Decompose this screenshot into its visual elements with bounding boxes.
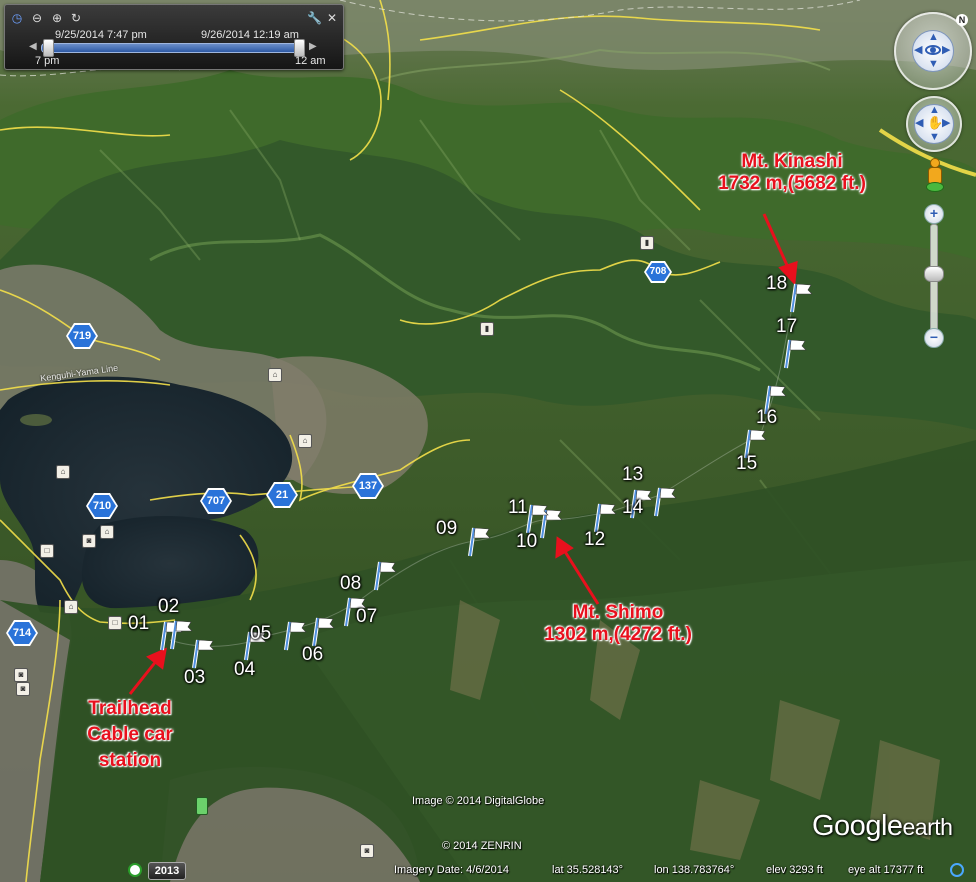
annotation-trailhead-line-3: station <box>98 750 162 771</box>
annotation-mt-kinashi: Mt. Kinashi 1732 m,(5682 ft.) <box>692 151 892 195</box>
zoom-out-button[interactable]: − <box>924 328 944 348</box>
zoom-in-button[interactable]: + <box>924 204 944 224</box>
move-left-arrow-icon[interactable]: ◀ <box>915 118 923 129</box>
zoom-out-icon[interactable]: ⊖ <box>30 11 44 25</box>
close-icon[interactable]: ✕ <box>325 11 339 25</box>
longitude-readout: lon 138.783764° <box>654 864 735 876</box>
look-up-arrow-icon[interactable]: ▲ <box>928 32 939 43</box>
look-left-arrow-icon[interactable]: ◀ <box>914 45 922 56</box>
step-back-button[interactable]: ◀ <box>29 40 39 54</box>
status-bar: 2013 Imagery Date: 4/6/2014 lat 35.52814… <box>0 860 976 882</box>
poi-marker[interactable]: ⌂ <box>298 434 312 448</box>
waypoint-label-10[interactable]: 10 <box>516 532 537 551</box>
waypoint-label-16[interactable]: 16 <box>756 408 777 427</box>
waypoint-label-08[interactable]: 08 <box>340 574 361 593</box>
hand-icon: ✋ <box>927 115 944 130</box>
move-navigation-ring[interactable]: ✋ ▲ ▼ ◀ ▶ <box>906 96 962 152</box>
zenrin-credit: © 2014 ZENRIN <box>442 840 522 852</box>
waypoint-label-09[interactable]: 09 <box>436 519 457 538</box>
waypoint-label-01[interactable]: 01 <box>128 614 149 633</box>
waypoint-label-07[interactable]: 07 <box>356 607 377 626</box>
look-navigation-ring[interactable]: N ▲ ▼ ◀ ▶ <box>894 12 972 90</box>
imagery-date: Imagery Date: 4/6/2014 <box>394 864 509 876</box>
wrench-icon[interactable]: 🔧 <box>307 11 322 25</box>
annotation-mt-shimo-elevation: 1302 m,(4272 ft.) <box>544 624 692 645</box>
time-start-datetime: 9/25/2014 7:47 pm <box>55 29 147 41</box>
time-range-track[interactable] <box>41 43 305 53</box>
waypoint-label-12[interactable]: 12 <box>584 530 605 549</box>
time-end-datetime: 9/26/2014 12:19 am <box>201 29 299 41</box>
eye-pupil-icon <box>930 47 936 53</box>
annotation-mt-shimo: Mt. Shimo 1302 m,(4272 ft.) <box>518 602 718 646</box>
eye-altitude-readout: eye alt 17377 ft <box>848 864 924 876</box>
waypoint-label-05[interactable]: 05 <box>250 624 271 643</box>
map-viewport[interactable]: 719 710 707 21 137 708 714 Kenguhi-Yama … <box>0 0 976 882</box>
waypoint-label-03[interactable]: 03 <box>184 668 205 687</box>
look-right-arrow-icon[interactable]: ▶ <box>942 45 950 56</box>
look-joystick[interactable]: ▲ ▼ ◀ ▶ <box>912 30 954 72</box>
elevation-readout: elev 3293 ft <box>766 864 823 876</box>
poi-marker[interactable]: □ <box>108 616 122 630</box>
annotation-mt-kinashi-name: Mt. Kinashi <box>741 151 843 172</box>
waypoint-label-11[interactable]: 11 <box>508 498 528 517</box>
poi-marker[interactable]: ⌂ <box>56 465 70 479</box>
time-range-end-label: 12 am <box>295 55 326 67</box>
historical-imagery-year-button[interactable]: 2013 <box>148 862 186 880</box>
compass-north-label[interactable]: N <box>956 14 968 26</box>
step-forward-button[interactable]: ▶ <box>309 40 319 54</box>
move-joystick[interactable]: ✋ ▲ ▼ ◀ ▶ <box>914 104 954 144</box>
annotation-mt-kinashi-elevation: 1732 m,(5682 ft.) <box>718 173 866 194</box>
move-up-arrow-icon[interactable]: ▲ <box>929 105 940 116</box>
waypoint-label-15[interactable]: 15 <box>736 454 757 473</box>
zoom-knob[interactable] <box>924 266 944 282</box>
clock-icon[interactable]: ◷ <box>10 11 24 25</box>
poi-marker[interactable]: ⌂ <box>100 525 114 539</box>
zoom-in-icon[interactable]: ⊕ <box>50 11 64 25</box>
sun-icon[interactable] <box>196 797 208 815</box>
move-down-arrow-icon[interactable]: ▼ <box>929 132 940 143</box>
zoom-slider[interactable]: + − <box>922 202 944 348</box>
camera-icon[interactable]: ◙ <box>360 844 374 858</box>
poi-marker[interactable]: ⌂ <box>268 368 282 382</box>
waypoint-label-02[interactable]: 02 <box>158 597 179 616</box>
camera-icon[interactable]: ◙ <box>82 534 96 548</box>
time-slider[interactable]: ◷ ⊖ ⊕ ↻ 🔧 ✕ 9/25/2014 7:47 pm 9/26/2014 … <box>4 4 344 70</box>
annotation-mt-shimo-name: Mt. Shimo <box>572 602 664 623</box>
waypoint-label-13[interactable]: 13 <box>622 465 643 484</box>
waypoint-label-17[interactable]: 17 <box>776 317 797 336</box>
poi-marker[interactable]: ⌂ <box>64 600 78 614</box>
camera-icon[interactable]: ◙ <box>14 668 28 682</box>
imagery-credit: Image © 2014 DigitalGlobe <box>412 795 545 807</box>
poi-marker[interactable]: ▮ <box>640 236 654 250</box>
poi-marker[interactable]: □ <box>40 544 54 558</box>
annotation-trailhead-line-2: Cable car <box>87 724 173 745</box>
look-down-arrow-icon[interactable]: ▼ <box>928 59 939 70</box>
waypoint-label-04[interactable]: 04 <box>234 660 255 679</box>
camera-icon[interactable]: ◙ <box>16 682 30 696</box>
poi-marker[interactable]: ▮ <box>480 322 494 336</box>
time-range-start-label: 7 pm <box>35 55 60 67</box>
waypoint-label-14[interactable]: 14 <box>622 498 643 517</box>
waypoint-label-06[interactable]: 06 <box>302 645 323 664</box>
move-right-arrow-icon[interactable]: ▶ <box>942 118 950 129</box>
replay-icon[interactable]: ↻ <box>69 11 83 25</box>
pegman-icon[interactable] <box>926 158 944 192</box>
historical-imagery-clock-icon[interactable] <box>128 863 142 877</box>
google-earth-logo-main: Google <box>812 810 903 842</box>
google-earth-logo-earth: earth <box>902 814 953 840</box>
annotation-trailhead-line-1: Trailhead <box>88 698 172 719</box>
annotation-trailhead: Trailhead Cable car station <box>60 696 200 774</box>
streaming-status-icon <box>950 863 964 877</box>
latitude-readout: lat 35.528143° <box>552 864 624 876</box>
google-earth-logo: Googleearth <box>812 810 953 843</box>
waypoint-label-18[interactable]: 18 <box>766 274 787 293</box>
